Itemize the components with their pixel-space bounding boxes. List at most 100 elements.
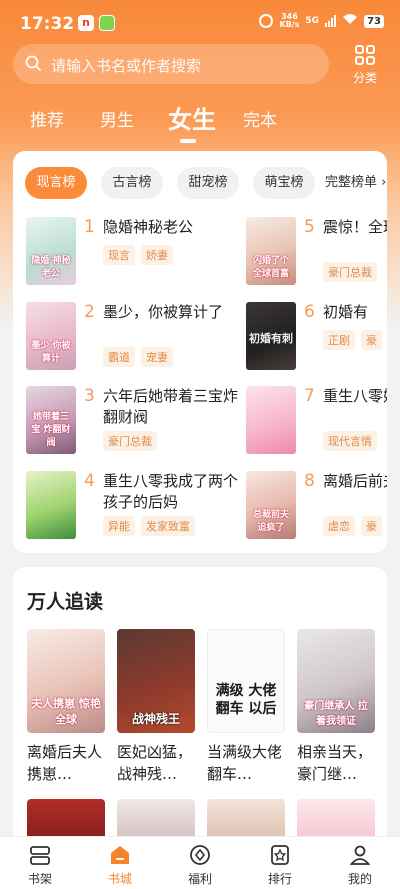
book-tag: 虐恋 bbox=[323, 516, 355, 536]
alarm-icon bbox=[259, 14, 274, 28]
book-cover: 总裁前夫 追疯了 bbox=[246, 471, 296, 539]
book-title: 重生八零婚 bbox=[323, 387, 387, 405]
book-tag: 现言 bbox=[103, 245, 135, 265]
active-tab-indicator bbox=[180, 139, 196, 143]
book-tag: 正剧 bbox=[323, 330, 355, 350]
search-placeholder: 请输入书名或作者搜索 bbox=[51, 57, 202, 75]
book-tag: 霸道 bbox=[103, 347, 135, 367]
book-cover: 墨少 你被算计 bbox=[26, 302, 76, 370]
popular-book[interactable]: 夫人携崽 惊艳全球 离婚后夫人携崽… bbox=[27, 629, 105, 785]
book-tag: 娇妻 bbox=[141, 245, 173, 265]
chip-modern-romance[interactable]: 现言榜 bbox=[25, 167, 87, 199]
grid-icon bbox=[355, 45, 375, 65]
book-title: 震惊！全球首 bbox=[323, 218, 387, 236]
book-cover: 豪门继承人 拉着我领证 bbox=[297, 629, 375, 733]
nav-profile[interactable]: 我的 bbox=[335, 843, 385, 887]
wifi-icon bbox=[342, 13, 358, 29]
book-tag: 异能 bbox=[103, 516, 135, 536]
ranking-item[interactable]: 墨少 你被算计 2 墨少，你被算计了 霸道 宠妻 bbox=[26, 302, 256, 372]
book-title: 隐婚神秘老公 bbox=[103, 218, 194, 236]
ranking-chips: 现言榜 古言榜 甜宠榜 萌宝榜 完整榜单 › bbox=[25, 167, 387, 201]
chevron-right-icon: › bbox=[381, 175, 387, 190]
book-cover: 她带着三宝 炸翻财阀 bbox=[26, 386, 76, 454]
nav-bookshelf[interactable]: 书架 bbox=[15, 843, 65, 887]
ranking-icon bbox=[271, 845, 289, 865]
network-type: 5G bbox=[305, 16, 320, 26]
book-title: 离婚后夫人携崽… bbox=[27, 743, 103, 783]
rank-number: 2 bbox=[84, 302, 95, 322]
book-tag: 发家致富 bbox=[141, 516, 195, 536]
status-bar: 17:32 n 346 KB/s 5G 73 bbox=[0, 0, 400, 44]
book-title: 医妃凶猛，战神残… bbox=[117, 743, 193, 783]
popular-book[interactable]: 战神残王 医妃凶猛，战神残… bbox=[117, 629, 195, 785]
book-cover bbox=[246, 386, 296, 454]
ranking-item[interactable]: 她带着三宝 炸翻财阀 3 六年后她带着三宝炸翻财阀 豪门总裁 bbox=[26, 386, 256, 456]
signal-icon bbox=[325, 15, 337, 27]
nav-label: 书架 bbox=[27, 872, 52, 886]
popular-section: 万人追读 夫人携崽 惊艳全球 离婚后夫人携崽… 战神残王 医妃凶猛，战神残… 满… bbox=[13, 567, 387, 847]
book-tag: 豪门总裁 bbox=[103, 431, 157, 451]
tab-female[interactable]: 女生 bbox=[168, 100, 216, 143]
nav-ranking[interactable]: 排行 bbox=[255, 843, 305, 887]
chip-cute-baby[interactable]: 萌宝榜 bbox=[253, 167, 315, 199]
book-tag: 现代言情 bbox=[323, 431, 377, 451]
chip-ancient-romance[interactable]: 古言榜 bbox=[101, 167, 163, 199]
book-title: 相亲当天，豪门继… bbox=[297, 743, 373, 783]
category-button[interactable]: 分类 bbox=[345, 44, 385, 86]
book-tag: 豪 bbox=[361, 330, 382, 350]
netease-app-icon: n bbox=[78, 15, 94, 31]
rank-number: 5 bbox=[304, 217, 315, 237]
book-tag: 宠妻 bbox=[141, 347, 173, 367]
book-cover: 夫人携崽 惊艳全球 bbox=[27, 629, 105, 733]
full-ranking-link[interactable]: 完整榜单 › bbox=[325, 167, 386, 199]
category-label: 分类 bbox=[352, 71, 377, 85]
search-icon bbox=[25, 55, 41, 71]
book-title: 重生八零我成了两个孩子的后妈 bbox=[103, 472, 239, 511]
book-cover bbox=[26, 471, 76, 539]
nav-label: 我的 bbox=[347, 872, 372, 886]
bottom-navigation: 书架 书城 福利 排行 我的 bbox=[0, 836, 400, 889]
rank-number: 3 bbox=[84, 386, 95, 406]
nav-label: 书城 bbox=[107, 872, 132, 886]
popular-book[interactable]: 满级 大佬 翻车 以后 当满级大佬翻车… bbox=[207, 629, 285, 785]
network-speed: 346 KB/s bbox=[279, 12, 300, 29]
battery-icon: 73 bbox=[364, 14, 384, 28]
status-time: 17:32 bbox=[20, 14, 75, 34]
game-app-icon bbox=[99, 15, 115, 31]
nav-label: 排行 bbox=[267, 872, 292, 886]
ranking-item[interactable]: 总裁前夫 追疯了 8 离婚后前夫 虐恋豪 bbox=[246, 471, 387, 541]
ranking-card: 现言榜 古言榜 甜宠榜 萌宝榜 完整榜单 › 隐婚 神秘老公 1 隐婚神秘老公 … bbox=[13, 151, 387, 553]
rank-number: 1 bbox=[84, 217, 95, 237]
book-cover: 闪婚了个 全球首富 bbox=[246, 217, 296, 285]
nav-welfare[interactable]: 福利 bbox=[175, 843, 225, 887]
nav-bookstore[interactable]: 书城 bbox=[95, 843, 145, 887]
ranking-item[interactable]: 隐婚 神秘老公 1 隐婚神秘老公 现言 娇妻 bbox=[26, 217, 256, 287]
book-title: 初婚有 bbox=[323, 303, 369, 321]
rank-number: 8 bbox=[304, 471, 315, 491]
rank-number: 4 bbox=[84, 471, 95, 491]
ranking-item[interactable]: 4 重生八零我成了两个孩子的后妈 异能 发家致富 bbox=[26, 471, 256, 541]
book-cover: 隐婚 神秘老公 bbox=[26, 217, 76, 285]
search-bar[interactable]: 请输入书名或作者搜索 bbox=[13, 44, 329, 84]
book-cover: 战神残王 bbox=[117, 629, 195, 733]
book-title: 当满级大佬翻车… bbox=[207, 743, 283, 783]
popular-book[interactable]: 豪门继承人 拉着我领证 相亲当天，豪门继… bbox=[297, 629, 375, 785]
rank-number: 6 bbox=[304, 302, 315, 322]
ranking-item[interactable]: 闪婚了个 全球首富 5 震惊！全球首 豪门总裁 bbox=[246, 217, 387, 287]
profile-icon bbox=[349, 845, 371, 865]
chip-sweet-romance[interactable]: 甜宠榜 bbox=[177, 167, 239, 199]
nav-label: 福利 bbox=[187, 872, 212, 886]
channel-tabs: 推荐 男生 女生 完本 bbox=[0, 100, 400, 146]
tab-completed[interactable]: 完本 bbox=[243, 106, 277, 131]
book-cover: 初婚有刺 bbox=[246, 302, 296, 370]
welfare-icon bbox=[190, 845, 210, 865]
tab-recommend[interactable]: 推荐 bbox=[30, 106, 64, 131]
book-tag: 豪门总裁 bbox=[323, 262, 377, 282]
ranking-item[interactable]: 初婚有刺 6 初婚有 正剧豪 bbox=[246, 302, 387, 372]
tab-male[interactable]: 男生 bbox=[100, 106, 134, 131]
book-title: 六年后她带着三宝炸翻财阀 bbox=[103, 387, 239, 426]
section-title: 万人追读 bbox=[27, 591, 104, 613]
rank-number: 7 bbox=[304, 386, 315, 406]
book-tag: 豪 bbox=[361, 516, 382, 536]
ranking-item[interactable]: 7 重生八零婚 现代言情 bbox=[246, 386, 387, 456]
